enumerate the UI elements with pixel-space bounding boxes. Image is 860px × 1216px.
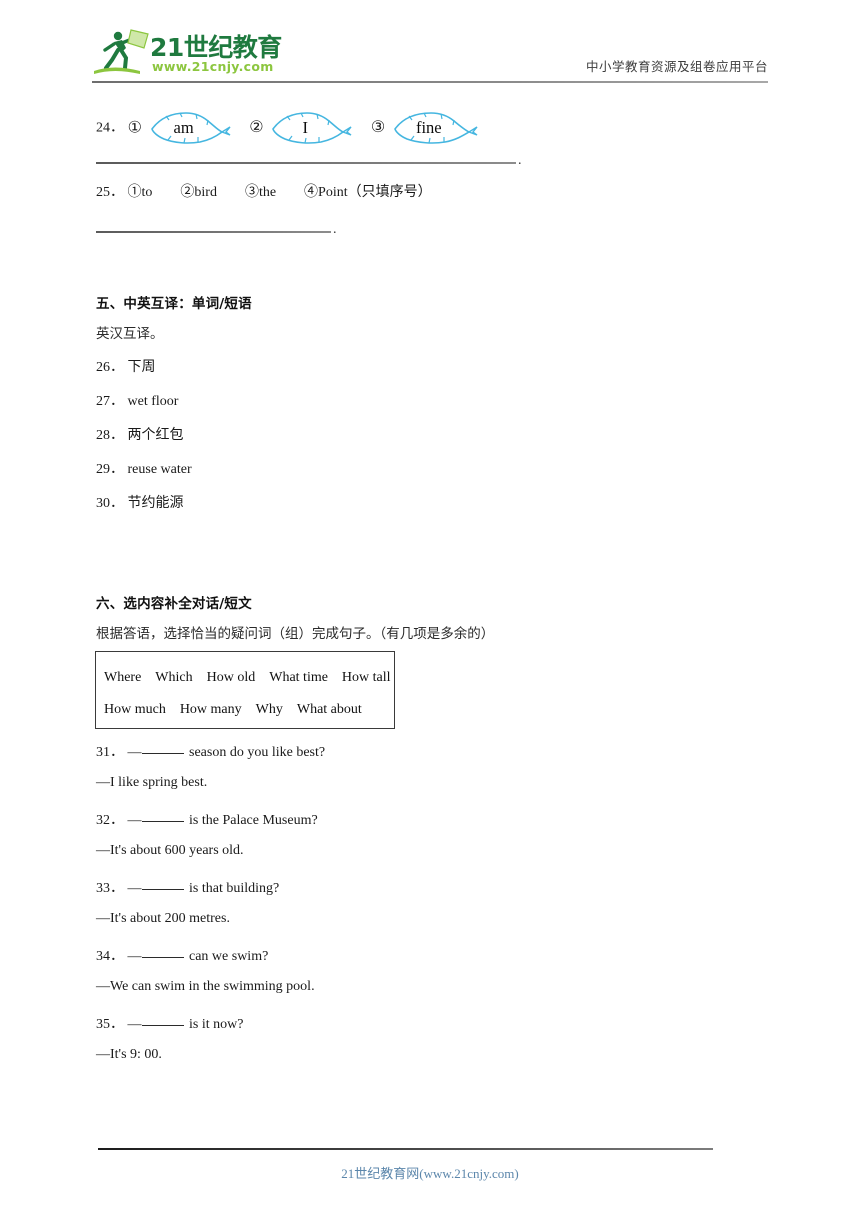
- dialogue-34-blank[interactable]: [141, 945, 184, 958]
- dialogue-34-prefix: —: [127, 949, 142, 964]
- dialogue-answer-35: —It's 9: 00.: [96, 1047, 162, 1062]
- question-25: 25． ①to ②bird ③the ④Point（只填序号）: [96, 186, 432, 200]
- dialogue-33-suffix: is that building?: [189, 881, 280, 896]
- translation-item-29-text: reuse water: [127, 462, 192, 477]
- dialogue-question-34: 34． — can we swim?: [96, 945, 268, 965]
- dialogue-34-suffix: can we swim?: [189, 949, 269, 964]
- translation-item-30-number: 30．: [96, 496, 124, 511]
- translation-item-28-number: 28．: [96, 428, 124, 443]
- translation-item-29: 29． reuse water: [96, 458, 192, 478]
- translation-item-30: 30． 节约能源: [96, 492, 184, 512]
- question-24-marker-3: ③: [370, 119, 386, 137]
- dialogue-question-35: 35． — is it now?: [96, 1013, 243, 1033]
- section-six-subtitle: 根据答语，选择恰当的疑问词（组）完成句子。（有几项是多余的）: [96, 626, 495, 641]
- dialogue-question-33: 33． — is that building?: [96, 877, 279, 897]
- translation-item-28-text: 两个红包: [127, 428, 184, 443]
- answer-line-24[interactable]: [96, 162, 516, 164]
- translation-item-30-text: 节约能源: [127, 496, 184, 511]
- dialogue-32-number: 32．: [96, 813, 124, 828]
- dialogue-32-prefix: —: [127, 813, 142, 828]
- answer-period-25: .: [333, 222, 337, 237]
- leaf-shape-2: I: [267, 110, 355, 146]
- dialogue-31-number: 31．: [96, 745, 124, 760]
- question-25-number: 25．: [96, 185, 124, 200]
- leaf-shape-1: am: [146, 110, 234, 146]
- dialogue-question-31: 31． — season do you like best?: [96, 741, 325, 761]
- leaf-word-3: fine: [415, 117, 442, 137]
- translation-item-26: 26． 下周: [96, 356, 156, 376]
- dialogue-35-blank[interactable]: [141, 1013, 184, 1026]
- dialogue-answer-33: —It's about 200 metres.: [96, 911, 230, 926]
- word-bank-box: Where Which How old What time How tall H…: [95, 651, 395, 729]
- answer-line-25[interactable]: [96, 231, 331, 233]
- header-divider: [92, 81, 768, 83]
- word-bank-row-2: How much How many Why What about: [104, 702, 362, 717]
- dialogue-33-number: 33．: [96, 881, 124, 896]
- dialogue-31-suffix: season do you like best?: [189, 745, 326, 760]
- dialogue-35-prefix: —: [127, 1017, 142, 1032]
- logo-icon: 21世纪教育 www.21cnjy.com: [94, 29, 282, 74]
- dialogue-answer-34: —We can swim in the swimming pool.: [96, 979, 315, 994]
- brand-logo: 21世纪教育 www.21cnjy.com: [92, 26, 292, 78]
- leaf-word-1: am: [173, 117, 194, 137]
- dialogue-32-suffix: is the Palace Museum?: [189, 813, 318, 828]
- dialogue-34-number: 34．: [96, 949, 124, 964]
- dialogue-31-blank[interactable]: [141, 741, 184, 754]
- dialogue-35-suffix: is it now?: [189, 1017, 244, 1032]
- dialogue-answer-32: —It's about 600 years old.: [96, 843, 244, 858]
- section-six-heading: 六、选内容补全对话/短文: [96, 596, 252, 612]
- dialogue-33-prefix: —: [127, 881, 142, 896]
- answer-period-24: .: [518, 153, 522, 168]
- translation-item-27: 27． wet floor: [96, 390, 178, 410]
- leaf-shape-3: fine: [389, 110, 481, 146]
- translation-item-27-number: 27．: [96, 394, 124, 409]
- dialogue-answer-31: —I like spring best.: [96, 775, 208, 790]
- translation-item-28: 28． 两个红包: [96, 424, 184, 444]
- translation-item-29-number: 29．: [96, 462, 124, 477]
- header-tagline: 中小学教育资源及组卷应用平台: [585, 59, 768, 74]
- footer-divider: [98, 1148, 713, 1150]
- section-five-subtitle: 英汉互译。: [96, 326, 164, 341]
- section-five-heading: 五、中英互译：单词/短语: [96, 296, 252, 312]
- dialogue-32-blank[interactable]: [141, 809, 184, 822]
- leaf-word-2: I: [302, 117, 308, 137]
- dialogue-33-blank[interactable]: [141, 877, 184, 890]
- translation-item-26-text: 下周: [127, 360, 156, 375]
- word-bank-row-1: Where Which How old What time How tall: [104, 670, 391, 685]
- svg-text:21世纪教育: 21世纪教育: [150, 33, 282, 62]
- page-header: 21世纪教育 www.21cnjy.com 中小学教育资源及组卷应用平台: [92, 26, 768, 76]
- dialogue-31-prefix: —: [127, 745, 142, 760]
- question-25-text: ①to ②bird ③the ④Point（只填序号）: [127, 185, 432, 200]
- translation-item-26-number: 26．: [96, 360, 124, 375]
- worksheet-page: 21世纪教育 www.21cnjy.com 中小学教育资源及组卷应用平台 24．…: [0, 0, 860, 1216]
- svg-text:www.21cnjy.com: www.21cnjy.com: [152, 59, 274, 74]
- question-24-marker-1: ①: [127, 119, 142, 137]
- question-24-marker-2: ②: [249, 119, 264, 137]
- question-24: 24． ① am ② I ③ fine: [96, 110, 481, 146]
- translation-item-27-text: wet floor: [127, 394, 179, 409]
- footer-watermark: 21世纪教育网(www.21cnjy.com): [341, 1166, 519, 1181]
- question-24-number: 24．: [96, 120, 124, 136]
- dialogue-35-number: 35．: [96, 1017, 124, 1032]
- dialogue-question-32: 32． — is the Palace Museum?: [96, 809, 318, 829]
